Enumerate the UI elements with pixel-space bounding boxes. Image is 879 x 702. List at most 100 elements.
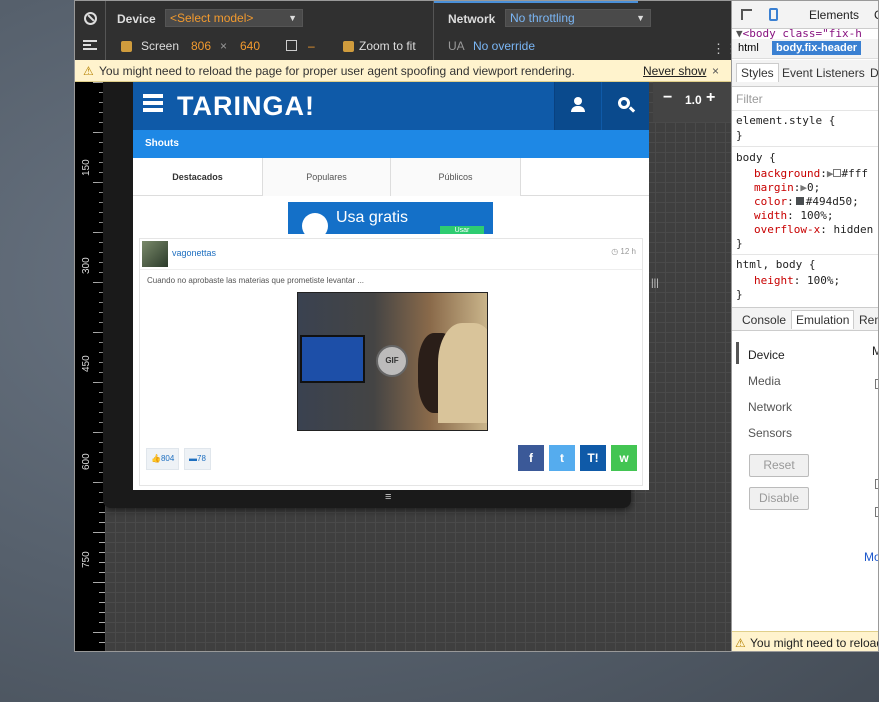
resize-handle-bottom[interactable]: ≡ <box>385 491 391 503</box>
tab-event-listeners[interactable]: Event Listeners <box>782 66 865 80</box>
tab-publicos[interactable]: Públicos <box>391 158 521 196</box>
close-icon[interactable]: × <box>712 60 719 82</box>
hamburger-menu-icon[interactable] <box>143 94 163 98</box>
inspect-icon[interactable] <box>741 9 752 20</box>
prop-value: 100%; <box>807 274 841 287</box>
taringa-logo[interactable]: TARINGA! <box>177 91 315 122</box>
prop-name: margin <box>754 181 794 194</box>
network-label: Network <box>448 12 496 26</box>
prop-value: hidden <box>833 223 874 236</box>
no-entry-icon[interactable] <box>84 12 97 25</box>
crumb-body[interactable]: body.fix-header <box>772 41 862 55</box>
device-mode-icon[interactable] <box>769 8 778 21</box>
resize-handle-right[interactable]: ||| <box>651 278 659 289</box>
comment-count-value: 78 <box>197 454 206 463</box>
css-prop-overflow-x[interactable]: overflow-x: hidden <box>754 223 873 236</box>
tab-console-truncated[interactable]: C <box>874 8 878 22</box>
tab-elements[interactable]: Elements <box>809 8 859 22</box>
browser-window: Device <Select model> ▼ Screen 806 × 640 … <box>74 0 879 652</box>
css-prop-width[interactable]: width: 100%; <box>754 209 834 222</box>
ad-button[interactable]: Usar <box>440 226 484 234</box>
whatsapp-share-icon[interactable]: w <box>611 445 637 471</box>
emulation-nav-device[interactable]: Device <box>748 348 785 362</box>
emulation-checkbox-2[interactable] <box>875 479 878 489</box>
tab-destacados[interactable]: Destacados <box>133 158 263 196</box>
ad-logo <box>302 213 328 234</box>
emulation-nav-sensors[interactable]: Sensors <box>748 426 792 440</box>
more-link[interactable]: Mo <box>864 550 878 564</box>
css-prop-margin[interactable]: margin:▶0; <box>754 181 820 194</box>
tab-emulation[interactable]: Emulation <box>791 310 855 329</box>
ruler-label: 600 <box>81 453 92 470</box>
ad-button-label: Usar <box>454 227 470 234</box>
body-selector: body { <box>736 151 776 164</box>
body-close: } <box>736 237 743 250</box>
screen-label: Screen <box>141 39 180 53</box>
prop-name: width <box>754 209 788 222</box>
facebook-share-icon[interactable]: f <box>518 445 544 471</box>
emulation-checkbox-3[interactable] <box>875 507 878 517</box>
device-heading-truncated: M <box>872 344 878 358</box>
vertical-ruler: 150 300 450 600 750 <box>75 82 105 651</box>
ua-override-input[interactable]: No override <box>473 39 535 53</box>
ruler-label: 450 <box>81 355 92 372</box>
tab-styles[interactable]: Styles <box>736 63 779 82</box>
like-count[interactable]: 👍804 <box>146 448 180 470</box>
tab-rendering[interactable]: Ren <box>859 313 878 327</box>
screen-checkbox[interactable] <box>121 41 132 52</box>
zoom-in-button[interactable]: + <box>706 89 715 107</box>
device-label: Device <box>117 12 156 26</box>
devtools-warning-text: You might need to reload <box>750 636 879 650</box>
comment-count[interactable]: ▬78 <box>184 448 211 470</box>
mediaquery-icon[interactable] <box>83 40 97 50</box>
gif-play-badge[interactable]: GIF <box>376 345 408 377</box>
taringa-share-icon[interactable]: T! <box>580 445 606 471</box>
gif-image[interactable]: GIF <box>297 292 488 431</box>
reset-button[interactable]: Reset <box>749 454 809 477</box>
user-button[interactable] <box>554 82 601 130</box>
device-model-value: <Select model> <box>170 11 254 25</box>
crumb-html[interactable]: html <box>734 41 763 55</box>
emulation-checkbox-1[interactable] <box>875 379 878 389</box>
css-prop-color[interactable]: color: #494d50; <box>754 195 859 208</box>
swap-dash: – <box>308 39 315 53</box>
section-title: Shouts <box>133 130 649 158</box>
styles-tabs: Styles Event Listeners DO <box>732 60 878 87</box>
emulation-nav-media[interactable]: Media <box>748 374 781 388</box>
ruler-tick <box>99 562 105 563</box>
tab-populares[interactable]: Populares <box>263 158 391 196</box>
device-model-select[interactable]: <Select model> ▼ <box>165 9 303 27</box>
twitter-share-icon[interactable]: t <box>549 445 575 471</box>
feed-tabs: Destacados Populares Públicos <box>133 158 649 196</box>
ruler-tick <box>99 542 105 543</box>
html-body-close: } <box>736 288 743 301</box>
screen-width-input[interactable]: 806 <box>191 39 211 53</box>
times-sign: × <box>220 39 228 53</box>
swap-dimensions-icon[interactable] <box>286 40 297 51</box>
css-prop-height[interactable]: height: 100%; <box>754 274 840 287</box>
zoom-to-fit-checkbox[interactable] <box>343 41 354 52</box>
ruler-tick <box>93 532 105 533</box>
tab-dom-breakpoints[interactable]: DO <box>870 66 878 80</box>
css-prop-background[interactable]: background:▶ #fff <box>754 167 868 180</box>
styles-filter-input[interactable]: Filter <box>736 92 763 106</box>
ad-text: Usa gratis <box>336 209 409 226</box>
network-throttling-select[interactable]: No throttling ▼ <box>505 9 651 27</box>
zoom-out-button[interactable]: − <box>663 89 672 107</box>
tab-console[interactable]: Console <box>742 313 786 327</box>
screen-height-input[interactable]: 640 <box>240 39 260 53</box>
post-time: ◷ 12 h <box>611 247 636 256</box>
prop-name: overflow-x <box>754 223 821 236</box>
prop-name: color <box>754 195 788 208</box>
device-frame: TARINGA! Shouts Destacados Populares Púb… <box>103 82 659 508</box>
chevron-down-icon: ▼ <box>288 13 297 23</box>
devtools-toolbar: Elements C <box>732 1 878 29</box>
search-button[interactable] <box>602 82 649 130</box>
emulation-nav-network[interactable]: Network <box>748 400 792 414</box>
never-show-link[interactable]: Never show <box>643 60 706 82</box>
avatar[interactable] <box>142 241 168 267</box>
username-link[interactable]: vagonettas <box>172 248 216 258</box>
disable-button[interactable]: Disable <box>749 487 809 510</box>
ruler-tick <box>99 622 105 623</box>
ad-banner[interactable]: Usa gratis Usar <box>288 202 493 234</box>
